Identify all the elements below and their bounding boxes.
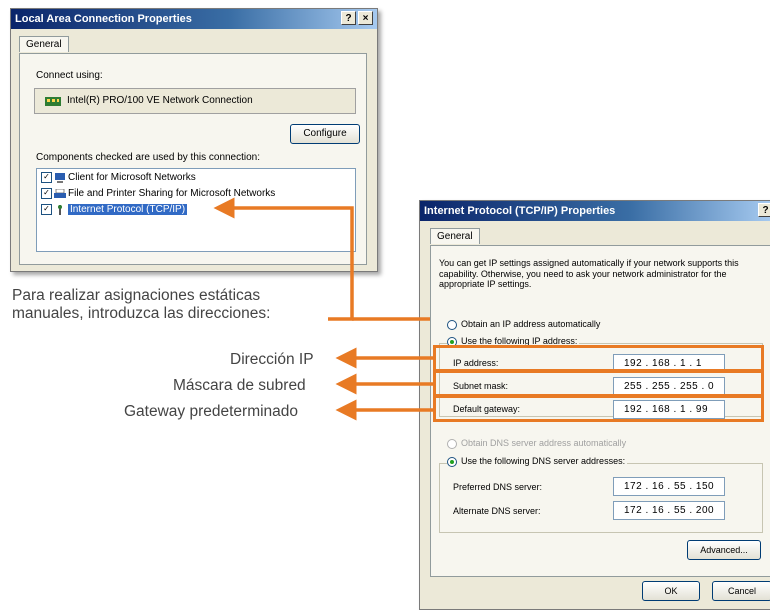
checkbox[interactable]: ✓ [41,188,52,199]
network-adapter-icon [45,96,61,110]
close-button[interactable]: × [358,11,373,25]
tcpip-window-title: Internet Protocol (TCP/IP) Properties [424,205,616,217]
radio-button[interactable] [447,319,457,330]
gateway-caption: Gateway predeterminado [124,403,299,420]
connect-using-label: Connect using: [36,70,103,81]
radio-button[interactable] [447,456,457,467]
obtain-dns-auto-option[interactable]: Obtain DNS server address automatically [447,438,626,449]
preferred-dns-field[interactable]: 172 . 16 . 55 . 150 [613,477,725,496]
preferred-dns-label: Preferred DNS server: [453,482,543,492]
help-button[interactable]: ? [341,11,356,25]
alternate-dns-label: Alternate DNS server: [453,506,541,516]
tcpip-title-bar: Internet Protocol (TCP/IP) Properties ? [420,201,770,221]
help-button[interactable]: ? [758,203,770,217]
lac-title-bar: Local Area Connection Properties ? × [11,9,377,29]
cancel-button[interactable]: Cancel [712,581,770,601]
lac-window-title: Local Area Connection Properties [15,13,192,25]
list-item[interactable]: ✓ Internet Protocol (TCP/IP) [41,204,188,216]
obtain-ip-auto-option[interactable]: Obtain an IP address automatically [447,319,600,330]
lac-general-panel: Connect using: Intel(R) PRO/100 VE Netwo… [19,53,367,265]
components-list: ✓ Client for Microsoft Networks ✓ File and… [36,168,356,252]
adapter-field: Intel(R) PRO/100 VE Network Connection [34,88,356,114]
printer-share-icon [54,188,66,199]
use-following-dns-option[interactable]: Use the following DNS server addresses: [447,456,628,467]
option-label: Use the following DNS server addresses: [461,456,626,466]
advanced-button[interactable]: Advanced... [687,540,761,560]
alternate-dns-field[interactable]: 172 . 16 . 55 . 200 [613,501,725,520]
radio-button[interactable] [447,438,457,449]
network-client-icon [54,172,66,183]
tab-general[interactable]: General [430,228,480,244]
ok-button[interactable]: OK [642,581,700,601]
option-label: Obtain an IP address automatically [461,319,601,329]
components-label: Components checked are used by this conn… [36,152,261,163]
default-gateway-highlight [433,395,764,422]
checkbox[interactable]: ✓ [41,204,52,215]
ip-caption: Dirección IP [230,351,314,368]
adapter-name: Intel(R) PRO/100 VE Network Connection [67,95,253,106]
component-label: Client for Microsoft Networks [68,172,196,184]
dns-group-box [439,463,763,533]
component-label: File and Printer Sharing for Microsoft N… [68,188,276,200]
checkbox[interactable]: ✓ [41,172,52,183]
ip-address-highlight [433,345,764,372]
tab-general[interactable]: General [19,36,69,52]
component-label-selected: Internet Protocol (TCP/IP) [68,204,188,216]
list-item[interactable]: ✓ Client for Microsoft Networks [41,172,196,183]
list-item[interactable]: ✓ File and Printer Sharing for Microsoft … [41,188,275,199]
option-label: Obtain DNS server address automatically [461,438,627,448]
subnet-mask-highlight [433,370,764,397]
lac-properties-window: Local Area Connection Properties ? × Gen… [10,8,378,272]
intro-line-2: manuales, introduzca las direcciones: [12,305,271,322]
ip-description: You can get IP settings assigned automat… [439,258,739,289]
subnet-caption: Máscara de subred [173,377,306,394]
intro-line-1: Para realizar asignaciones estáticas [12,287,261,304]
configure-button[interactable]: Configure [290,124,360,144]
protocol-icon [54,204,66,215]
